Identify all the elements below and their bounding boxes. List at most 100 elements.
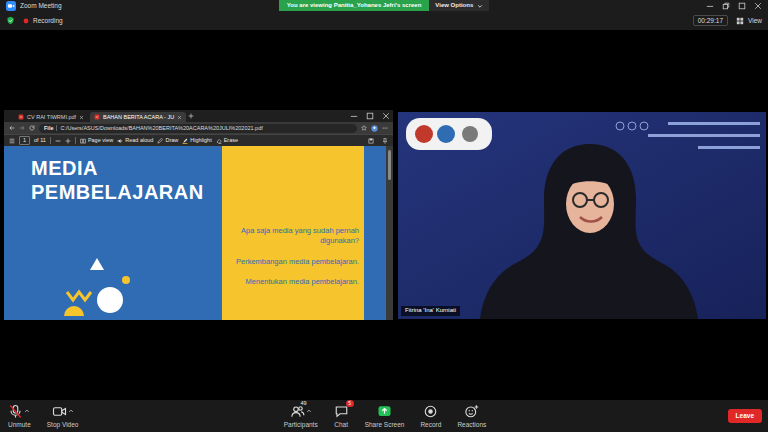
toolbar-right: Leave [486, 409, 762, 423]
slide-point: Menentukan media pembelajaran. [230, 277, 359, 287]
browser-tab-label: BAHAN BERITA ACARA - JU [103, 114, 174, 121]
participant-name: Fitrina 'Ina' Kurniati [401, 306, 460, 315]
browser-address-row: FileC:/Users/ASUS/Downloads/BAHAN%20BERI… [4, 122, 393, 134]
unread-badge: 5 [346, 400, 354, 407]
window-title: Zoom Meeting [20, 2, 62, 10]
title-bar: Zoom Meeting You are viewing Panitia_Yoha… [0, 0, 768, 30]
stop-video-button-label: Stop Video [47, 421, 79, 429]
pdf-tool-button[interactable]: Read aloud [117, 137, 153, 144]
tab-close-icon[interactable] [79, 115, 84, 120]
record-icon [423, 404, 438, 419]
close-icon[interactable] [754, 2, 762, 10]
page-total: of 11 [34, 137, 46, 144]
participant-count: 49 [301, 400, 307, 407]
browser-tab[interactable]: CV RAI TIWRMI.pdf [14, 112, 88, 122]
back-icon[interactable] [9, 125, 15, 131]
stop-video-button-icon-wrap [52, 404, 74, 419]
leave-button[interactable]: Leave [728, 409, 762, 423]
save-icon[interactable] [368, 138, 374, 144]
browser-window-controls [350, 112, 390, 120]
minimize-icon[interactable] [350, 112, 358, 120]
view-options-button[interactable]: View Options [429, 0, 489, 11]
shared-screen: CV RAI TIWRMI.pdf BAHAN BERITA ACARA - JU… [4, 110, 393, 320]
share-icon [377, 404, 392, 419]
view-button[interactable]: View [736, 17, 762, 25]
reload-icon[interactable] [29, 125, 35, 131]
readaloud-icon [117, 138, 123, 144]
meeting-stage: CV RAI TIWRMI.pdf BAHAN BERITA ACARA - JU… [0, 30, 768, 400]
slide-decoration-icon [31, 250, 212, 320]
profile-icon[interactable] [371, 125, 378, 132]
pdf-scrollbar[interactable] [386, 146, 393, 320]
pdf-tool-label: Page view [88, 137, 113, 144]
caret-up-icon[interactable] [68, 408, 74, 414]
reactions-button-label: Reactions [457, 421, 486, 429]
pin-icon[interactable] [382, 138, 388, 144]
pdf-icon [94, 114, 100, 120]
maximize-icon[interactable] [738, 2, 746, 10]
close-icon[interactable] [382, 112, 390, 120]
record-button[interactable]: Record [420, 404, 441, 429]
browser-tab-strip: CV RAI TIWRMI.pdf BAHAN BERITA ACARA - JU [4, 110, 393, 122]
address-bar[interactable]: FileC:/Users/ASUS/Downloads/BAHAN%20BERI… [39, 124, 357, 133]
pdf-tool-label: Read aloud [125, 137, 153, 144]
maximize-icon[interactable] [366, 112, 374, 120]
pdf-toolbar-right [368, 138, 388, 144]
chat-button[interactable]: 5Chat [334, 404, 349, 429]
forward-icon[interactable] [19, 125, 25, 131]
stop-video-button[interactable]: Stop Video [47, 404, 79, 429]
page-number-field[interactable]: 1 [19, 136, 30, 145]
scrollbar-thumb[interactable] [388, 150, 391, 180]
microphone-icon [8, 404, 23, 419]
title-row: Zoom Meeting You are viewing Panitia_Yoha… [6, 0, 762, 11]
contents-list-icon[interactable] [9, 138, 15, 144]
share-button[interactable]: Share Screen [365, 404, 405, 429]
status-right: 00:29:17View [693, 15, 762, 27]
view-label: View [748, 17, 762, 25]
address-scheme: File [44, 125, 57, 132]
pdf-tool-button[interactable]: Page view [80, 137, 113, 144]
slide-point: Apa saja media yang sudah pernah digunak… [230, 226, 359, 246]
pdf-tool-button[interactable]: Erase [216, 137, 238, 144]
toolbar-left: Unmute Stop Video [8, 404, 284, 429]
reactions-button-icon-wrap [464, 404, 479, 419]
grid-icon [736, 17, 744, 25]
share-button-icon-wrap [377, 404, 392, 419]
browser-tab[interactable]: BAHAN BERITA ACARA - JU [90, 112, 186, 122]
restore-icon[interactable] [722, 2, 730, 10]
tab-close-icon[interactable] [177, 115, 182, 120]
participant-video: Fitrina 'Ina' Kurniati [398, 112, 766, 319]
pdf-toolbar: 1 of 11 Page view Read aloud Draw Highlight Er… [4, 134, 393, 146]
new-tab-icon[interactable] [188, 113, 194, 119]
pdf-tool-label: Draw [165, 137, 178, 144]
zoom-in-icon[interactable] [65, 138, 71, 144]
browser-tab-label: CV RAI TIWRMI.pdf [27, 114, 76, 121]
zoom-out-icon[interactable] [55, 138, 61, 144]
record-button-icon-wrap [423, 404, 438, 419]
slide-title-panel: MEDIA PEMBELAJARAN [4, 146, 222, 320]
address-url: C:/Users/ASUS/Downloads/BAHAN%20BERITA%2… [60, 125, 262, 132]
chevron-down-icon [477, 3, 483, 9]
participants-button-icon-wrap: 49 [290, 404, 312, 419]
window-controls [489, 2, 762, 10]
security-shield-icon[interactable] [6, 16, 15, 25]
minimize-icon[interactable] [706, 2, 714, 10]
recording-label: Recording [33, 17, 63, 25]
slide-title: MEDIA PEMBELAJARAN [31, 156, 212, 205]
caret-up-icon[interactable] [306, 408, 312, 414]
pdf-tool-button[interactable]: Highlight [182, 137, 211, 144]
record-dot-icon [23, 18, 29, 24]
viewing-banner-text: You are viewing Panitia_Yohanes Jefri's … [279, 0, 430, 11]
participants-button[interactable]: 49Participants [284, 404, 318, 429]
viewing-banner: You are viewing Panitia_Yohanes Jefri's … [279, 0, 490, 11]
caret-up-icon[interactable] [24, 408, 30, 414]
pdf-icon [18, 114, 24, 120]
more-dots-icon[interactable] [382, 125, 388, 131]
participants-icon [290, 404, 305, 419]
favorite-star-icon[interactable] [361, 125, 367, 131]
unmute-button[interactable]: Unmute [8, 404, 31, 429]
reactions-button[interactable]: Reactions [457, 404, 486, 429]
status-left: Recording [6, 16, 63, 25]
pdf-tool-button[interactable]: Draw [157, 137, 178, 144]
toolbar-center: 49Participants 5Chat Share Screen Record Rea… [284, 404, 487, 429]
